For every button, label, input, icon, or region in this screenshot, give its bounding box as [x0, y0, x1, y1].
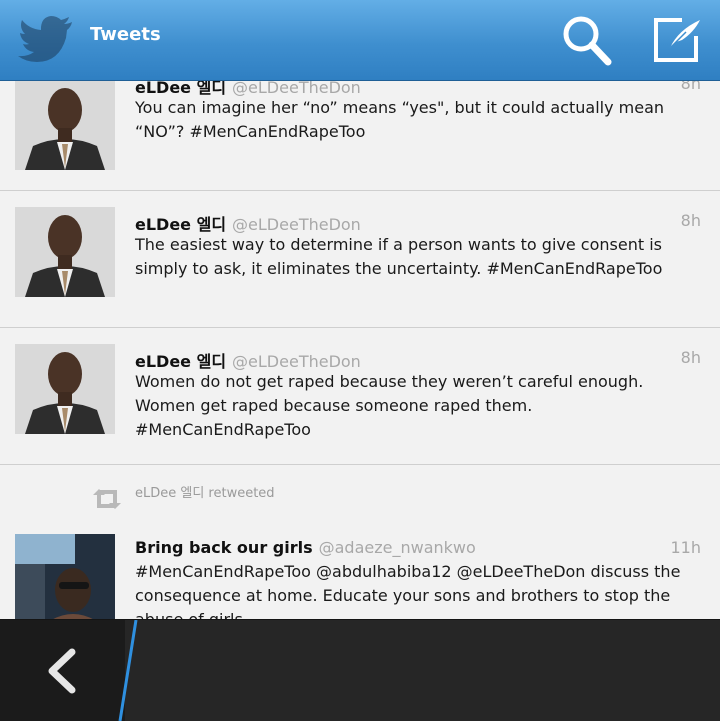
avatar-photo [15, 80, 115, 170]
avatar[interactable] [15, 534, 115, 620]
avatar-photo [15, 207, 115, 297]
tweet-text: You can imagine her “no” means “yes", bu… [135, 98, 665, 141]
page-title: Tweets [90, 24, 161, 45]
search-button[interactable] [552, 10, 622, 72]
tweet-item[interactable]: eLDee 엘디 @eLDeeTheDon 8h The easiest way … [0, 191, 720, 328]
app-header: Tweets [0, 0, 720, 81]
author-handle: @eLDeeTheDon [232, 215, 361, 234]
author-name: eLDee 엘디 [135, 215, 227, 234]
tweet-item[interactable]: eLDee 엘디 @eLDeeTheDon 8h Women do not get… [0, 328, 720, 465]
retweet-icon [93, 489, 121, 509]
tweet-item[interactable]: Bring back our girls @adaeze_nwankwo 11h … [0, 512, 720, 620]
bottom-action-bar [0, 619, 720, 721]
tweet-text: The easiest way to determine if a person… [135, 235, 663, 278]
author-handle: @eLDeeTheDon [232, 352, 361, 371]
search-icon [563, 16, 612, 66]
author-name: eLDee 엘디 [135, 352, 227, 371]
tweet-text: Women do not get raped because they were… [135, 372, 644, 439]
tweet-text: #MenCanEndRapeToo @abdulhabiba12 @eLDeeT… [135, 562, 681, 620]
tweet-time: 8h [680, 348, 701, 367]
twitter-bird-icon[interactable] [14, 6, 80, 72]
avatar-photo [15, 534, 115, 620]
divider-line [118, 620, 138, 721]
retweet-indicator: eLDee 엘디 retweeted [0, 472, 720, 512]
author-name: Bring back our girls [135, 538, 313, 557]
tweet-time: 11h [670, 538, 702, 557]
tweet-author[interactable]: eLDee 엘디 @eLDeeTheDon [135, 211, 361, 235]
compose-button[interactable] [642, 10, 712, 72]
avatar[interactable] [15, 207, 115, 297]
author-handle: @adaeze_nwankwo [318, 538, 476, 557]
tweet-time: 8h [680, 211, 701, 230]
compose-icon [654, 18, 700, 62]
avatar[interactable] [15, 344, 115, 434]
tweet-author[interactable]: Bring back our girls @adaeze_nwankwo [135, 538, 476, 557]
avatar[interactable] [15, 80, 115, 170]
retweet-label: eLDee 엘디 retweeted [135, 486, 275, 501]
tweet-feed[interactable]: eLDee 엘디 @eLDeeTheDon 8h You can imagine … [0, 0, 720, 620]
tweet-author[interactable]: eLDee 엘디 @eLDeeTheDon [135, 348, 361, 372]
avatar-photo [15, 344, 115, 434]
